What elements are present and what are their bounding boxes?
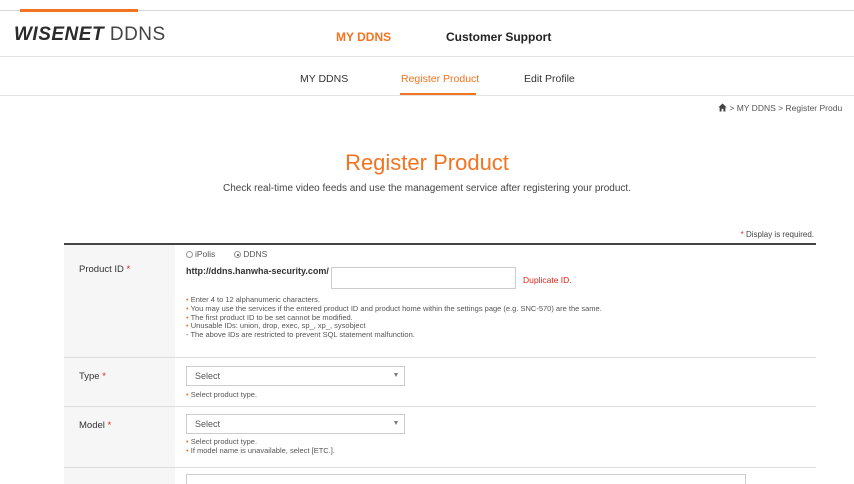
- model-label: Model *: [79, 420, 112, 431]
- radio-ddns[interactable]: DDNS: [234, 249, 267, 259]
- page-subtitle: Check real-time video feeds and use the …: [223, 183, 631, 194]
- wisenet-logo[interactable]: WISENET DDNS: [14, 24, 166, 46]
- radio-ipolis-circle[interactable]: [186, 251, 193, 258]
- sub-nav-my-ddns[interactable]: MY DDNS: [300, 73, 348, 85]
- form-top-border: [64, 243, 816, 245]
- header-divider: [0, 56, 854, 57]
- breadcrumb-my-ddns[interactable]: MY DDNS: [737, 103, 776, 113]
- sub-nav-register-product[interactable]: Register Product: [401, 73, 479, 85]
- type-hints: • Select product type.: [186, 390, 258, 399]
- subnav-divider: [0, 95, 854, 96]
- main-nav-my-ddns[interactable]: MY DDNS: [336, 30, 391, 44]
- required-note: * Display is required.: [740, 230, 814, 239]
- row-divider: [64, 406, 816, 407]
- product-id-label: Product ID *: [79, 264, 131, 275]
- chevron-down-icon: [394, 373, 398, 377]
- page-title: Register Product: [345, 150, 509, 175]
- sub-nav-edit-profile[interactable]: Edit Profile: [524, 73, 575, 85]
- form-label-column: [64, 245, 175, 484]
- breadcrumb: > MY DDNS > Register Produ: [718, 103, 842, 113]
- row-divider: [64, 357, 816, 358]
- product-id-input[interactable]: [331, 267, 516, 289]
- main-nav-customer-support[interactable]: Customer Support: [446, 30, 551, 44]
- home-icon[interactable]: [718, 103, 727, 112]
- model-hints: • Select product type. • If model name i…: [186, 437, 335, 455]
- model-select[interactable]: Select: [186, 414, 405, 434]
- location-input[interactable]: [186, 474, 746, 484]
- radio-ipolis[interactable]: iPolis: [186, 249, 218, 259]
- product-id-url-prefix: http://ddns.hanwha-security.com/: [186, 266, 329, 276]
- breadcrumb-register-product: Register Produ: [785, 103, 843, 113]
- product-id-hints: • Enter 4 to 12 alphanumeric characters.…: [186, 295, 602, 340]
- header-accent-bar: [20, 9, 138, 12]
- product-id-type-radios: iPolis DDNS: [186, 249, 267, 259]
- type-label: Type *: [79, 371, 106, 382]
- radio-ddns-circle[interactable]: [234, 251, 242, 258]
- chevron-down-icon: [394, 421, 398, 425]
- row-divider: [64, 467, 816, 468]
- type-select[interactable]: Select: [186, 366, 405, 386]
- product-id-error: Duplicate ID.: [523, 275, 572, 285]
